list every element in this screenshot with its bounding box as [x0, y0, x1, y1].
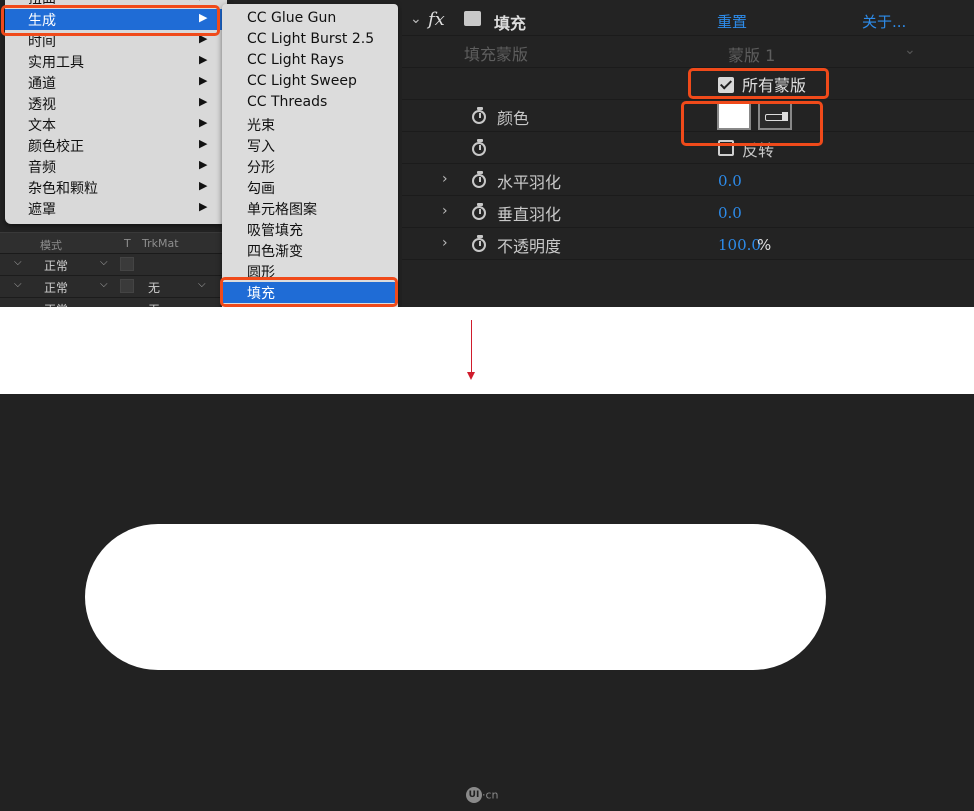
submenu-arrow-icon: ▶	[199, 179, 208, 192]
stopwatch-icon[interactable]	[472, 171, 486, 188]
result-preview: UI ·cn	[0, 394, 974, 811]
menu-item-color-correction[interactable]: 颜色校正 ▶	[5, 135, 227, 156]
menu-item-utility[interactable]: 实用工具 ▶	[5, 51, 227, 72]
opacity-value[interactable]: 100.0	[718, 236, 761, 254]
t-column-header: T	[124, 237, 131, 250]
highlight-generate	[1, 5, 220, 36]
submenu-arrow-icon: ▶	[199, 137, 208, 150]
chevron-down-icon[interactable]: ⌵	[198, 279, 206, 290]
highlight-color	[681, 101, 823, 146]
t-checkbox[interactable]	[120, 279, 134, 293]
effect-badge-icon	[464, 11, 481, 26]
mode-column-header: 模式	[40, 239, 62, 252]
ae-screenshot: 模式 T TrkMat ⌵ 正常 ⌵ ⌵ 正常 ⌵ 无 ⌵ 正常 无 扭曲 ▶	[0, 0, 974, 307]
submenu-item-cc-light-sweep[interactable]: CC Light Sweep	[222, 72, 398, 93]
trkmat-column-header: TrkMat	[142, 237, 179, 250]
submenu-arrow-icon: ▶	[199, 74, 208, 87]
stopwatch-icon[interactable]	[472, 139, 486, 156]
opacity-row: › 不透明度 100.0 %	[402, 228, 974, 260]
chevron-down-icon[interactable]: ⌵	[100, 279, 108, 290]
effect-controls-panel: ⌄ fx 填充 重置 关于... 填充蒙版 蒙版 1 ⌄ 所有蒙版 颜色 反转	[402, 0, 974, 307]
timeline-panel: 模式 T TrkMat ⌵ 正常 ⌵ ⌵ 正常 ⌵ 无 ⌵ 正常 无	[0, 232, 222, 307]
submenu-item-cell-pattern[interactable]: 单元格图案	[222, 198, 398, 219]
mode-select[interactable]: 正常	[44, 257, 68, 274]
color-label: 颜色	[497, 109, 530, 128]
submenu-item-cc-light-burst[interactable]: CC Light Burst 2.5	[222, 30, 398, 51]
submenu-item-stroke[interactable]: 勾画	[222, 177, 398, 198]
trkmat-select[interactable]: 无	[148, 301, 160, 307]
submenu-item-write-on[interactable]: 写入	[222, 135, 398, 156]
down-arrow-icon	[467, 372, 475, 380]
fx-icon[interactable]: fx	[428, 9, 445, 30]
timeline-row[interactable]: ⌵ 正常 ⌵	[0, 254, 222, 276]
watermark-suffix: ·cn	[482, 788, 499, 802]
trkmat-select[interactable]: 无	[148, 279, 160, 296]
submenu-item-cc-light-rays[interactable]: CC Light Rays	[222, 51, 398, 72]
chevron-down-icon[interactable]: ⌄	[904, 42, 916, 58]
timeline-header: 模式 T TrkMat	[0, 232, 222, 254]
opacity-unit: %	[757, 236, 772, 254]
expand-chevron-icon[interactable]: ›	[442, 235, 448, 251]
opacity-label: 不透明度	[497, 237, 562, 256]
vertical-feather-row: › 垂直羽化 0.0	[402, 196, 974, 228]
down-arrow-line	[471, 320, 472, 372]
submenu-arrow-icon: ▶	[199, 116, 208, 129]
fill-mask-row: 填充蒙版 蒙版 1 ⌄	[402, 36, 974, 68]
t-checkbox[interactable]	[120, 257, 134, 271]
menu-item-channel[interactable]: 通道 ▶	[5, 72, 227, 93]
vertical-feather-label: 垂直羽化	[497, 205, 562, 224]
stopwatch-icon[interactable]	[472, 235, 486, 252]
submenu-item-cc-threads[interactable]: CC Threads	[222, 93, 398, 114]
submenu-arrow-icon: ▶	[199, 158, 208, 171]
vertical-feather-value[interactable]: 0.0	[718, 204, 742, 222]
expand-chevron-icon[interactable]: ›	[442, 171, 448, 187]
stopwatch-icon[interactable]	[472, 107, 486, 124]
highlight-all-masks	[688, 68, 829, 99]
horizontal-feather-row: › 水平羽化 0.0	[402, 164, 974, 196]
submenu-arrow-icon: ▶	[199, 200, 208, 213]
collapse-chevron-icon[interactable]: ⌄	[410, 11, 422, 27]
effect-name: 填充	[494, 14, 527, 33]
submenu-arrow-icon: ▶	[199, 53, 208, 66]
watermark: UI ·cn	[466, 787, 499, 803]
fill-mask-label: 填充蒙版	[464, 45, 529, 64]
generate-submenu: CC Glue Gun CC Light Burst 2.5 CC Light …	[222, 4, 398, 307]
submenu-arrow-icon: ▶	[199, 0, 207, 2]
highlight-fill	[220, 277, 398, 307]
chevron-down-icon[interactable]: ⌵	[14, 279, 22, 290]
timeline-row[interactable]: 正常 无	[0, 298, 222, 307]
uicn-logo-icon: UI	[466, 787, 482, 803]
submenu-item-eyedropper-fill[interactable]: 吸管填充	[222, 219, 398, 240]
menu-item-audio[interactable]: 音频 ▶	[5, 156, 227, 177]
chevron-down-icon[interactable]: ⌵	[14, 257, 22, 268]
expand-chevron-icon[interactable]: ›	[442, 203, 448, 219]
chevron-down-icon[interactable]: ⌵	[100, 257, 108, 268]
menu-item-matte[interactable]: 遮罩 ▶	[5, 198, 227, 219]
mode-select[interactable]: 正常	[44, 279, 68, 296]
submenu-arrow-icon: ▶	[199, 95, 208, 108]
mode-select[interactable]: 正常	[44, 301, 68, 307]
about-link[interactable]: 关于...	[862, 11, 906, 32]
horizontal-feather-label: 水平羽化	[497, 173, 562, 192]
white-pill-shape	[85, 524, 826, 670]
fill-mask-dropdown[interactable]: 蒙版 1	[728, 42, 775, 66]
effect-header-row: ⌄ fx 填充 重置 关于...	[402, 4, 974, 36]
submenu-item-beam[interactable]: 光束	[222, 114, 398, 135]
reset-link[interactable]: 重置	[717, 11, 747, 32]
menu-item-text[interactable]: 文本 ▶	[5, 114, 227, 135]
stopwatch-icon[interactable]	[472, 203, 486, 220]
submenu-item-4-color-gradient[interactable]: 四色渐变	[222, 240, 398, 261]
submenu-item-cc-glue-gun[interactable]: CC Glue Gun	[222, 9, 398, 30]
horizontal-feather-value[interactable]: 0.0	[718, 172, 742, 190]
timeline-row[interactable]: ⌵ 正常 ⌵ 无 ⌵	[0, 276, 222, 298]
menu-item-perspective[interactable]: 透视 ▶	[5, 93, 227, 114]
submenu-item-fractal[interactable]: 分形	[222, 156, 398, 177]
menu-item-noise-grain[interactable]: 杂色和颗粒 ▶	[5, 177, 227, 198]
